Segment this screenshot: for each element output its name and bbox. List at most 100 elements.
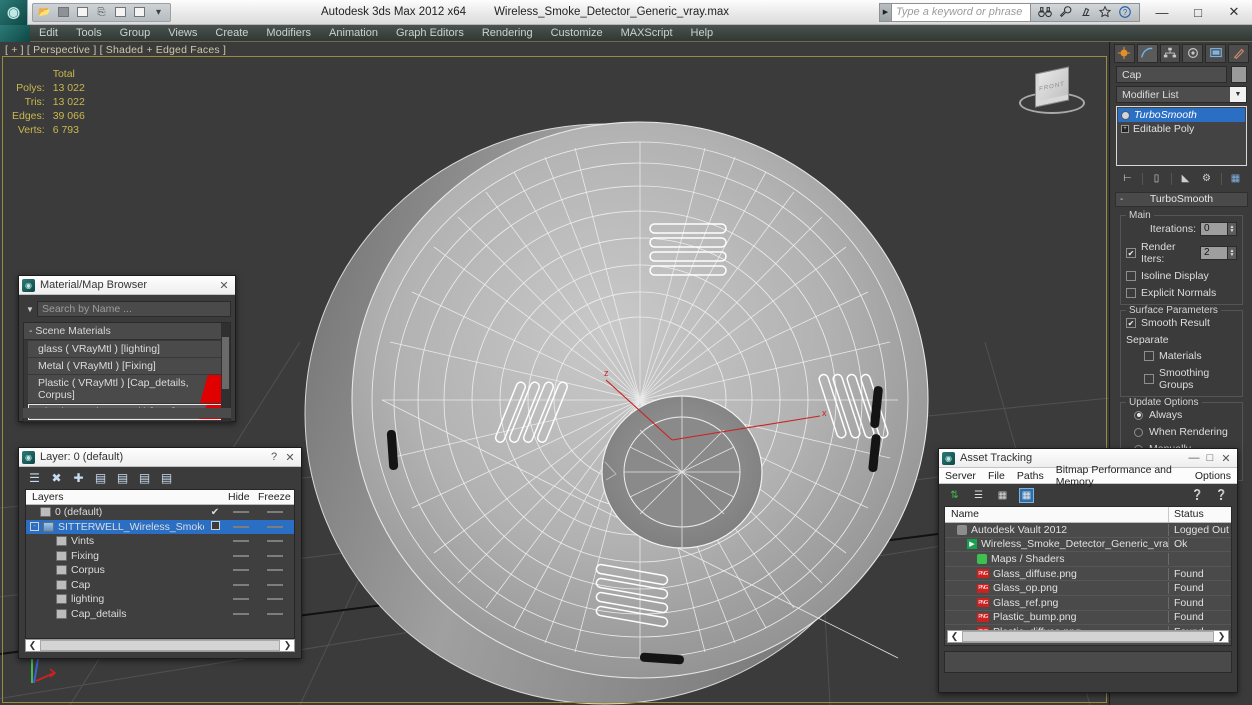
tab-hierarchy[interactable]	[1159, 43, 1181, 63]
layer-row[interactable]: Fixing	[26, 549, 294, 564]
layer-hide-cell[interactable]	[226, 550, 256, 562]
separate-materials-row[interactable]: Materials	[1126, 350, 1237, 362]
menu-item-views[interactable]: Views	[159, 25, 206, 42]
explicit-normals-row[interactable]: Explicit Normals	[1126, 287, 1237, 299]
modifier-stack-item-turbosmooth[interactable]: TurboSmooth	[1118, 108, 1245, 122]
tab-utilities[interactable]	[1228, 43, 1249, 63]
new-scene-icon[interactable]	[74, 4, 91, 21]
chevron-down-icon[interactable]: ▼	[1230, 87, 1246, 102]
iterations-spinner[interactable]: 0 ▲ ▼	[1200, 222, 1237, 236]
tab-create[interactable]	[1114, 43, 1135, 63]
layer-row[interactable]: Vints	[26, 534, 294, 549]
material-group-scene-materials[interactable]: - Scene Materials	[24, 323, 230, 340]
asset-row[interactable]: ▶ Wireless_Smoke_Detector_Generic_vray.m…	[945, 538, 1231, 553]
query-icon[interactable]: ❔	[1214, 488, 1229, 503]
qat-dropdown-icon[interactable]: ▾	[150, 4, 167, 21]
layer-freeze-cell[interactable]	[256, 535, 294, 547]
update-when-rendering-row[interactable]: When Rendering	[1126, 426, 1237, 438]
undo-icon[interactable]: ⎘	[93, 4, 110, 21]
material-item[interactable]: Metal ( VRayMtl ) [Fixing]	[28, 358, 226, 374]
layer-current-check[interactable]: ✔	[204, 507, 226, 518]
update-always-radio[interactable]	[1134, 410, 1143, 420]
layer-dialog-close-icon[interactable]: ✕	[282, 449, 298, 465]
layer-freeze-cell[interactable]	[256, 550, 294, 562]
separate-materials-checkbox[interactable]	[1144, 351, 1154, 361]
material-list-scrollbar[interactable]	[221, 323, 230, 421]
asset-menu-bitmap-performance[interactable]: Bitmap Performance and Memory	[1050, 464, 1189, 488]
menu-item-edit[interactable]: Edit	[30, 25, 67, 42]
separate-smoothing-groups-row[interactable]: Smoothing Groups	[1126, 367, 1237, 391]
smooth-result-checkbox[interactable]	[1126, 318, 1136, 328]
asset-row[interactable]: PNG Glass_op.png Found	[945, 581, 1231, 596]
modifier-enable-bulb-icon[interactable]	[1121, 110, 1130, 120]
iterations-spinner-arrows[interactable]: ▲ ▼	[1228, 222, 1237, 236]
app-logo-icon[interactable]: ◉	[0, 0, 28, 25]
select-objects-in-layer-icon[interactable]: ▤	[93, 471, 108, 486]
hide-layer-icon[interactable]: ▤	[137, 471, 152, 486]
layer-table[interactable]: Layers Hide Freeze 0 (default) ✔ - SITTE…	[25, 489, 295, 639]
layer-horizontal-scrollbar[interactable]: ❮ ❯	[25, 639, 295, 652]
asset-row[interactable]: PNG Glass_ref.png Found	[945, 596, 1231, 611]
explicit-normals-checkbox[interactable]	[1126, 288, 1136, 298]
layer-row[interactable]: Cap_details	[26, 607, 294, 622]
menu-item-rendering[interactable]: Rendering	[473, 25, 542, 42]
tab-modify[interactable]	[1136, 43, 1158, 63]
material-search-dropdown-icon[interactable]: ▼	[23, 305, 37, 314]
layer-freeze-cell[interactable]	[256, 593, 294, 605]
make-unique-icon[interactable]: ◣	[1179, 172, 1193, 186]
asset-row[interactable]: Maps / Shaders	[945, 552, 1231, 567]
layer-row[interactable]: Cap	[26, 578, 294, 593]
render-iters-spinner-arrows[interactable]: ▲ ▼	[1228, 246, 1237, 260]
layer-row[interactable]: Corpus	[26, 563, 294, 578]
remove-modifier-icon[interactable]: ⚙	[1200, 172, 1214, 186]
separate-smoothing-groups-checkbox[interactable]	[1144, 374, 1154, 384]
view-cube-box[interactable]: FRONT	[1035, 66, 1069, 108]
object-color-swatch[interactable]	[1231, 66, 1247, 83]
turbosmooth-rollout-title[interactable]: - TurboSmooth	[1115, 192, 1248, 207]
isoline-display-checkbox[interactable]	[1126, 271, 1136, 281]
layer-hide-cell[interactable]	[226, 579, 256, 591]
pin-stack-icon[interactable]: ⊢	[1121, 172, 1135, 186]
binoculars-icon[interactable]	[1038, 5, 1052, 19]
delete-layer-icon[interactable]: ✖	[49, 471, 64, 486]
update-always-row[interactable]: Always	[1126, 409, 1237, 421]
layer-hide-cell[interactable]	[226, 593, 256, 605]
asset-menu-options[interactable]: Options	[1189, 470, 1237, 482]
refresh-icon[interactable]: ⇅	[947, 488, 962, 503]
freeze-layer-icon[interactable]: ▤	[159, 471, 174, 486]
asset-menu-server[interactable]: Server	[939, 470, 982, 482]
asset-scroll-thumb[interactable]	[962, 631, 1214, 642]
asset-scroll-left-icon[interactable]: ❮	[948, 631, 961, 642]
material-item[interactable]: Plastic ( VRayMtl ) [Cap_details, Corpus…	[28, 375, 226, 403]
path-view-icon[interactable]: ▦	[995, 488, 1010, 503]
layer-dialog-titlebar[interactable]: ◉ Layer: 0 (default) ? ✕	[19, 448, 301, 467]
minimize-button[interactable]: —	[1144, 0, 1180, 25]
layer-freeze-cell[interactable]	[256, 564, 294, 576]
layer-freeze-cell[interactable]	[256, 608, 294, 620]
redo-icon[interactable]	[112, 4, 129, 21]
iterations-value[interactable]: 0	[1200, 222, 1228, 236]
view-cube[interactable]: FRONT	[1017, 62, 1087, 124]
tab-motion[interactable]	[1182, 43, 1204, 63]
project-folder-icon[interactable]	[131, 4, 148, 21]
expand-subobject-icon[interactable]: +	[1121, 125, 1129, 133]
material-map-browser-dialog[interactable]: ◉ Material/Map Browser ✕ ▼ Search by Nam…	[18, 275, 236, 422]
asset-menu-file[interactable]: File	[982, 470, 1011, 482]
layer-hide-cell[interactable]	[226, 535, 256, 547]
object-name-input[interactable]: Cap	[1116, 66, 1227, 83]
modifier-list-dropdown[interactable]: Modifier List ▼	[1116, 86, 1247, 103]
grid-view-icon[interactable]: ▦	[1019, 487, 1034, 503]
asset-row[interactable]: Autodesk Vault 2012 Logged Out	[945, 523, 1231, 538]
asset-horizontal-scrollbar[interactable]: ❮ ❯	[947, 630, 1229, 643]
favorite-star-icon[interactable]	[1098, 5, 1112, 19]
save-file-icon[interactable]	[55, 4, 72, 21]
layer-row-selected[interactable]: - SITTERWELL_Wireless_Smoke_Detector	[26, 519, 294, 534]
show-end-result-icon[interactable]: ▯	[1150, 172, 1164, 186]
material-search-input[interactable]: Search by Name ...	[37, 301, 231, 317]
rollout-collapse-icon[interactable]: -	[1120, 193, 1123, 206]
layer-scroll-left-icon[interactable]: ❮	[26, 640, 39, 651]
layer-freeze-cell[interactable]	[256, 506, 294, 518]
layer-manager-dialog[interactable]: ◉ Layer: 0 (default) ? ✕ ☰ ✖ ✚ ▤ ▤ ▤ ▤ L…	[18, 447, 302, 659]
open-file-icon[interactable]: 📂	[36, 4, 53, 21]
material-item[interactable]: glass ( VRayMtl ) [lighting]	[28, 341, 226, 357]
